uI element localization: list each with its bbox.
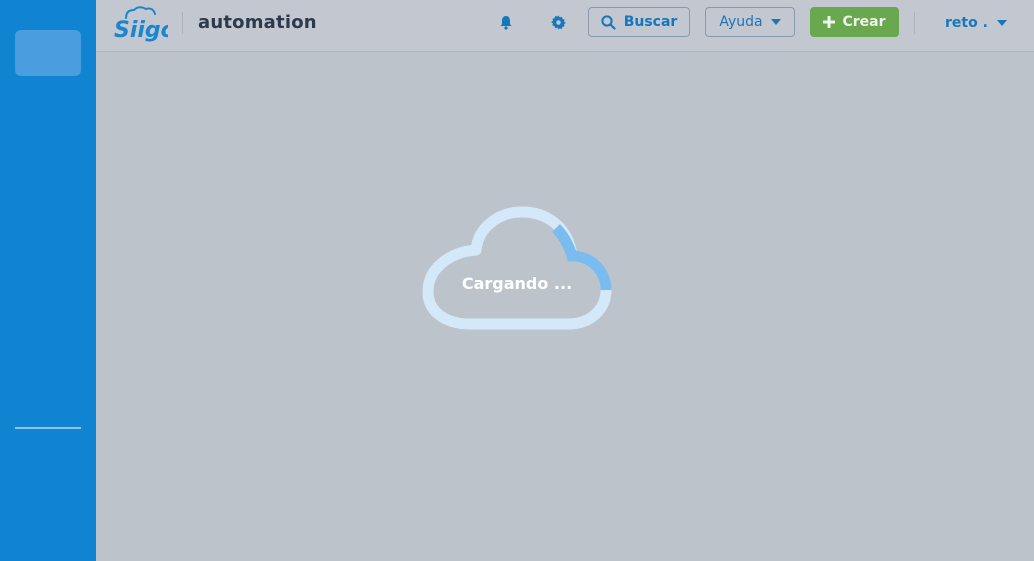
loading-text: Cargando ...: [461, 274, 573, 293]
bell-icon[interactable]: [497, 13, 515, 31]
search-icon: [601, 14, 616, 30]
siigo-logo[interactable]: Siigo: [112, 4, 168, 44]
top-bar: Siigo automation Buscar Ayuda Crear reto…: [96, 0, 1034, 52]
header-divider: [182, 12, 183, 34]
create-label: Crear: [842, 14, 886, 30]
sidebar-logo-placeholder[interactable]: [15, 30, 81, 76]
chevron-down-icon: [996, 20, 1007, 26]
plus-icon: [823, 16, 836, 28]
gear-icon[interactable]: [549, 13, 567, 31]
cloud-loading-spinner: [422, 206, 612, 330]
user-menu[interactable]: reto .: [945, 15, 1007, 31]
header-divider-right: [914, 12, 915, 34]
sidebar: [0, 0, 96, 561]
search-button[interactable]: Buscar: [588, 7, 690, 37]
create-button[interactable]: Crear: [810, 7, 899, 37]
help-label: Ayuda: [719, 14, 763, 30]
logo-text: Siigo: [114, 18, 168, 43]
user-name: reto .: [945, 15, 988, 31]
company-name: automation: [198, 12, 317, 33]
chevron-down-icon: [770, 19, 781, 25]
sidebar-divider: [15, 427, 81, 429]
help-dropdown[interactable]: Ayuda: [705, 7, 795, 37]
search-label: Buscar: [623, 14, 678, 30]
